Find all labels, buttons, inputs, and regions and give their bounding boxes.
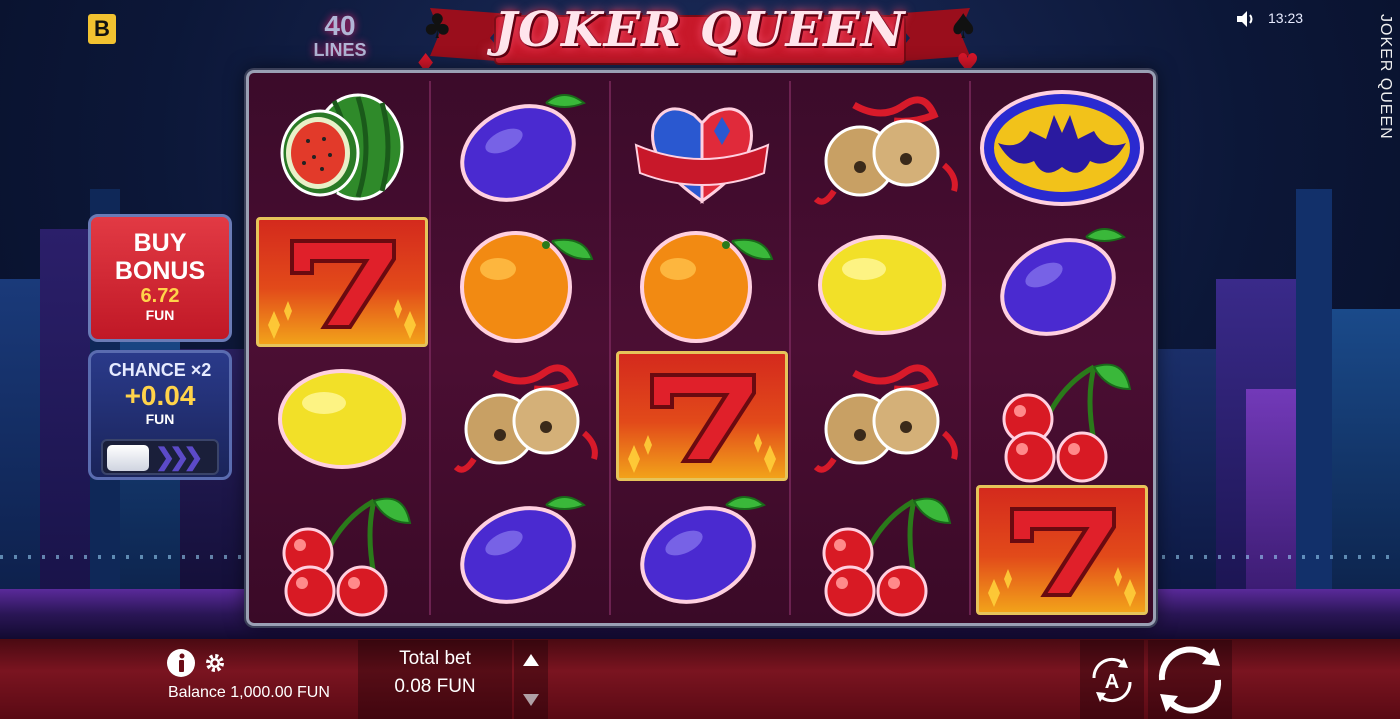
chance-value: +0.04 — [124, 380, 196, 411]
orange-icon — [640, 231, 774, 343]
symbol-lemon — [794, 215, 970, 349]
symbol-seven — [614, 349, 790, 483]
spin-button[interactable] — [1148, 640, 1232, 719]
symbol-bells — [434, 349, 610, 483]
symbol-bells — [794, 349, 970, 483]
lemon-icon — [818, 235, 946, 335]
buy-bonus-button[interactable]: BUY BONUS 6.72 FUN — [88, 214, 232, 342]
arrow-down-icon[interactable] — [523, 694, 539, 706]
seven-icon — [268, 239, 416, 339]
buy-bonus-title-2: BONUS — [114, 257, 206, 285]
svg-text:A: A — [1105, 671, 1119, 693]
bells-icon — [813, 96, 958, 205]
side-game-title: JOKER QUEEN — [1377, 14, 1394, 140]
brand-logo: B — [88, 14, 116, 44]
plum-icon — [640, 496, 766, 604]
symbol-cherries — [794, 483, 970, 617]
symbol-lemon — [254, 349, 430, 483]
symbol-plum — [974, 215, 1150, 349]
symbol-heart — [614, 81, 790, 215]
symbol-watermelon — [254, 81, 430, 215]
symbol-plum — [434, 483, 610, 617]
chance-panel: CHANCE ×2 +0.04 FUN ❯❯❯ — [88, 350, 232, 480]
buy-bonus-title-1: BUY — [133, 229, 187, 257]
info-icon[interactable] — [166, 648, 196, 678]
symbol-seven — [254, 215, 430, 349]
total-bet-label: Total bet — [399, 648, 471, 669]
gear-icon[interactable] — [204, 652, 226, 674]
seven-icon — [628, 373, 776, 473]
plum-icon — [460, 94, 586, 202]
autoplay-icon: A — [1092, 657, 1132, 703]
chance-toggle-knob[interactable] — [107, 445, 149, 471]
symbol-plum — [614, 483, 790, 617]
orange-icon — [460, 231, 594, 343]
cherries-icon — [282, 497, 412, 617]
cherries-icon — [1002, 363, 1132, 483]
symbol-bat — [974, 81, 1150, 215]
spin-icon — [1158, 646, 1222, 714]
lines-number: 40 — [324, 10, 356, 41]
chance-unit: FUN — [145, 411, 175, 427]
arrow-up-icon[interactable] — [523, 654, 539, 666]
symbol-bells — [794, 81, 970, 215]
watermelon-icon — [280, 93, 404, 201]
buy-bonus-price: 6.72 — [140, 285, 180, 307]
plum-icon — [1000, 228, 1126, 336]
chance-title: CHANCE ×2 — [108, 360, 212, 380]
bells-icon — [453, 364, 598, 473]
chevrons-icon: ❯❯❯ — [155, 444, 203, 471]
symbol-orange — [614, 215, 790, 349]
heart-icon — [634, 107, 770, 204]
clock: 13:23 — [1268, 10, 1304, 26]
lines-badge: 40 LINES — [296, 12, 384, 66]
plum-icon — [460, 496, 586, 604]
lines-label: LINES — [313, 40, 367, 60]
symbol-seven — [974, 483, 1150, 617]
total-bet-box: Total bet 0.08 FUN — [358, 640, 512, 719]
symbol-plum — [434, 81, 610, 215]
reels-grid — [246, 70, 1156, 626]
total-bet-value: 0.08 FUN — [394, 676, 476, 697]
logo-title: JOKER QUEEN — [494, 2, 906, 58]
bat-icon — [980, 90, 1144, 206]
bet-stepper — [514, 640, 548, 719]
balance-text: Balance 1,000.00 FUN — [168, 684, 330, 701]
symbol-cherries — [254, 483, 430, 617]
chance-toggle[interactable]: ❯❯❯ — [101, 439, 219, 475]
lemon-icon — [278, 369, 406, 469]
symbol-orange — [434, 215, 610, 349]
game-logo: ♣ ♠ ♦ ♥ JOKER QUEEN — [400, 0, 1000, 79]
seven-icon — [988, 507, 1136, 607]
sound-icon[interactable] — [1236, 10, 1256, 28]
autoplay-button[interactable]: A — [1080, 640, 1144, 719]
buy-bonus-unit: FUN — [145, 307, 175, 323]
symbol-cherries — [974, 349, 1150, 483]
bells-icon — [813, 364, 958, 473]
cherries-icon — [822, 497, 952, 617]
